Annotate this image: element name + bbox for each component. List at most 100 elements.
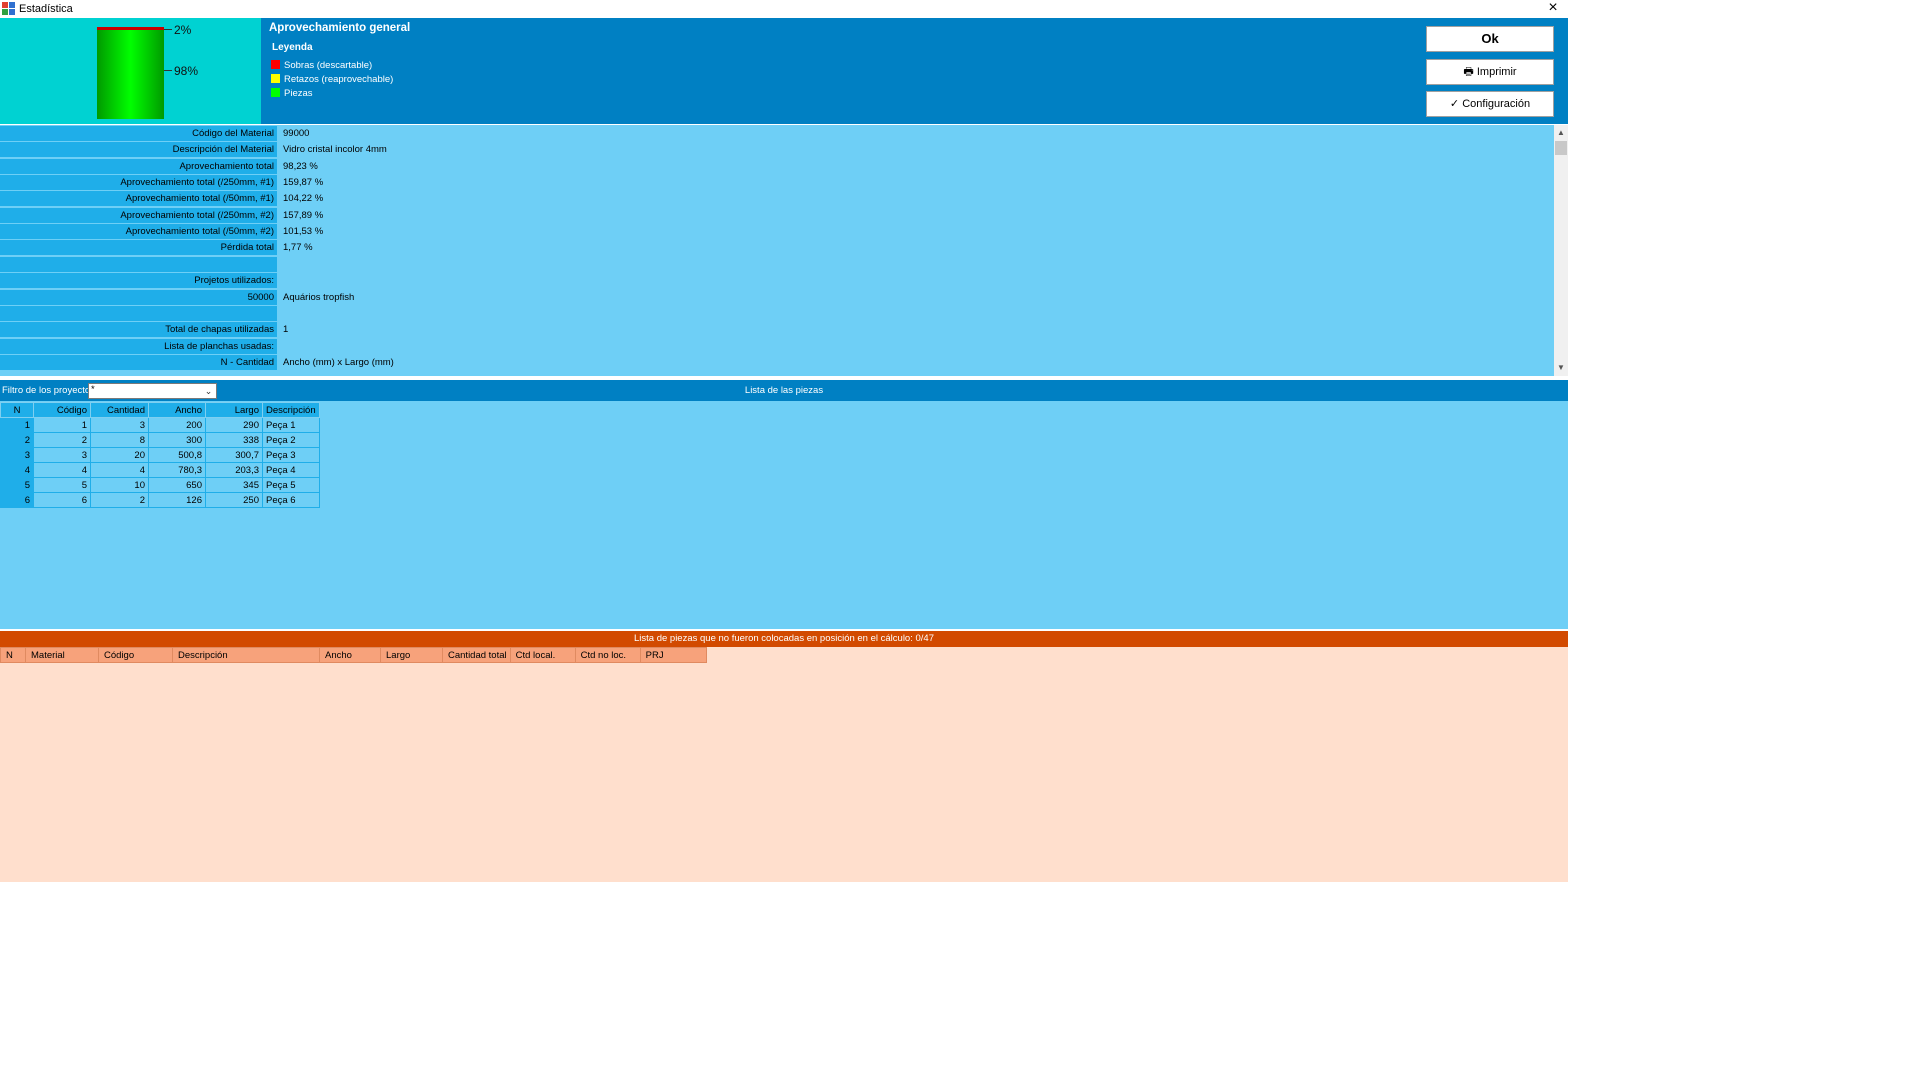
table-cell: 1	[0, 417, 34, 433]
table-row[interactable]: 5 5 10 650 345 Peça 5	[0, 477, 320, 493]
stats-scrollbar[interactable]	[1554, 125, 1568, 376]
column-header[interactable]: Código	[33, 402, 91, 418]
config-button[interactable]: ✓ Configuración	[1426, 91, 1554, 117]
column-header[interactable]: N	[0, 647, 26, 663]
stats-value: 98,23 %	[279, 158, 1554, 174]
stats-row[interactable]: Aprovechamiento total (/250mm, #2) 157,89…	[0, 207, 1554, 224]
table-cell: 3	[90, 417, 149, 433]
legend-swatch-green	[271, 88, 280, 97]
stats-label	[0, 305, 277, 321]
table-cell: 4	[90, 462, 149, 478]
column-header[interactable]: Descripción	[172, 647, 320, 663]
table-row[interactable]: 2 2 8 300 338 Peça 2	[0, 432, 320, 448]
print-button[interactable]: 🖶 Imprimir	[1426, 59, 1554, 85]
column-header[interactable]: Material	[25, 647, 99, 663]
column-header[interactable]: Cantidad	[90, 402, 149, 418]
table-cell: 300,7	[205, 447, 263, 463]
stats-row[interactable]: Lista de planchas usadas:	[0, 338, 1554, 355]
column-header[interactable]: PRJ	[639, 647, 707, 663]
stats-row[interactable]: N - Cantidad Ancho (mm) x Largo (mm)	[0, 354, 1554, 371]
column-header[interactable]: Cantidad total	[442, 647, 511, 663]
table-cell: 126	[148, 492, 206, 508]
table-cell: 780,3	[148, 462, 206, 478]
column-header[interactable]: Ctd no loc.	[574, 647, 641, 663]
column-header[interactable]: N	[0, 402, 34, 418]
stats-row[interactable]: Aprovechamiento total 98,23 %	[0, 158, 1554, 175]
table-cell: Peça 6	[262, 492, 320, 508]
stats-row[interactable]: 50000 Aquários tropfish	[0, 289, 1554, 306]
config-label: Configuración	[1462, 98, 1531, 110]
window-title: Estadística	[19, 3, 73, 15]
column-header[interactable]: Código	[98, 647, 173, 663]
legend-label: Sobras (descartable)	[284, 60, 373, 71]
stats-value: Aquários tropfish	[279, 289, 1554, 305]
column-header[interactable]: Largo	[380, 647, 443, 663]
legend-item-sobras: Sobras (descartable)	[271, 60, 372, 72]
table-row[interactable]: 3 3 20 500,8 300,7 Peça 3	[0, 447, 320, 463]
stats-label: 50000	[0, 289, 277, 305]
scroll-down-icon[interactable]: ▼	[1554, 362, 1568, 374]
column-header[interactable]: Ctd local.	[509, 647, 576, 663]
stats-value: Ancho (mm) x Largo (mm)	[279, 354, 1554, 370]
chart-bar-sobras	[97, 27, 164, 30]
stats-value: 157,89 %	[279, 207, 1554, 223]
column-header[interactable]: Largo	[205, 402, 263, 418]
table-cell: 6	[0, 492, 34, 508]
stats-value: Vidro cristal incolor 4mm	[279, 142, 1554, 158]
chart-bar-piezas	[97, 27, 164, 119]
chart-label-piezas: 98%	[174, 64, 199, 78]
stats-row[interactable]: Pérdida total 1,77 %	[0, 240, 1554, 256]
legend-title: Leyenda	[272, 42, 313, 53]
stats-value: 159,87 %	[279, 175, 1554, 191]
ok-button[interactable]: Ok	[1426, 26, 1554, 52]
stats-grid[interactable]: Código del Material 99000 Descripción del …	[0, 125, 1554, 376]
stats-row[interactable]: Projetos utilizados:	[0, 273, 1554, 289]
chevron-down-icon[interactable]: ⌄	[202, 384, 215, 398]
stats-row[interactable]: Aprovechamiento total (/50mm, #2) 101,53 …	[0, 224, 1554, 240]
stats-label: Aprovechamiento total	[0, 158, 277, 174]
table-row[interactable]: 6 6 2 126 250 Peça 6	[0, 492, 320, 508]
legend-item-piezas: Piezas	[271, 88, 313, 100]
project-filter-value[interactable]: *	[91, 384, 95, 395]
stats-row[interactable]: Aprovechamiento total (/250mm, #1) 159,87…	[0, 175, 1554, 191]
table-cell: 2	[90, 492, 149, 508]
stats-row[interactable]	[0, 256, 1554, 273]
unplaced-table: N Material Código Descripción Ancho Larg…	[0, 647, 707, 663]
stats-label: Aprovechamiento total (/250mm, #1)	[0, 175, 277, 191]
stats-value: 1,77 %	[279, 240, 1554, 256]
unplaced-area	[0, 647, 1568, 882]
table-cell: 200	[148, 417, 206, 433]
table-row[interactable]: 1 1 3 200 290 Peça 1	[0, 417, 320, 433]
stats-label	[0, 256, 277, 272]
column-header[interactable]: Ancho	[319, 647, 381, 663]
stats-label: Total de chapas utilizadas	[0, 322, 277, 338]
unplaced-title: Lista de piezas que no fueron colocadas …	[634, 633, 934, 644]
table-cell: 5	[33, 477, 91, 493]
pieces-table: N Código Cantidad Ancho Largo Descripció…	[0, 402, 320, 508]
column-header[interactable]: Ancho	[148, 402, 206, 418]
chart-label-sobras: 2%	[174, 23, 192, 37]
table-cell: 1	[33, 417, 91, 433]
close-icon[interactable]: ×	[1542, 0, 1564, 17]
stats-row[interactable]: Código del Material 99000	[0, 126, 1554, 142]
stats-value: 104,22 %	[279, 191, 1554, 207]
chart-tick	[164, 70, 172, 71]
stats-row[interactable]: Total de chapas utilizadas 1	[0, 322, 1554, 338]
stats-row[interactable]: Descripción del Material Vidro cristal in…	[0, 142, 1554, 158]
table-cell: 6	[33, 492, 91, 508]
column-header[interactable]: Descripción	[262, 402, 320, 418]
stats-row[interactable]: Aprovechamiento total (/50mm, #1) 104,22 …	[0, 191, 1554, 207]
table-row[interactable]: 4 4 4 780,3 203,3 Peça 4	[0, 462, 320, 478]
pieces-title: Lista de las piezas	[744, 385, 824, 396]
legend-label: Retazos (reaprovechable)	[284, 74, 394, 85]
stats-label: Projetos utilizados:	[0, 273, 277, 289]
scroll-up-icon[interactable]: ▲	[1554, 127, 1568, 139]
scroll-thumb[interactable]	[1555, 141, 1567, 155]
table-cell: 5	[0, 477, 34, 493]
project-filter-select[interactable]	[88, 383, 217, 399]
app-icon	[2, 2, 15, 15]
table-cell: 250	[205, 492, 263, 508]
table-cell: 203,3	[205, 462, 263, 478]
check-icon: ✓	[1449, 98, 1460, 110]
stats-row[interactable]	[0, 305, 1554, 322]
